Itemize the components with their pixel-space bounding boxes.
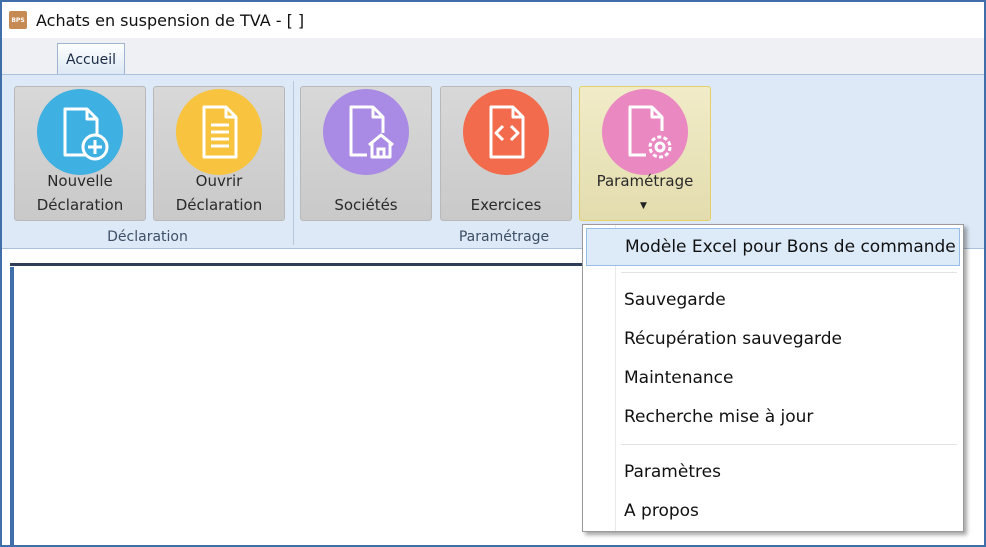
content-top-border	[10, 263, 582, 266]
ribbon: Nouvelle Déclaration Ouvrir Déclaration	[2, 74, 984, 249]
group-label-declaration: Déclaration	[107, 229, 188, 245]
nouvelle-declaration-button[interactable]: Nouvelle Déclaration	[14, 86, 146, 221]
exercices-button[interactable]: Exercices	[440, 86, 572, 221]
code-file-icon	[463, 89, 549, 175]
app-logo-icon: BPS	[9, 11, 27, 29]
exercices-label: Exercices	[470, 196, 542, 214]
menu-separator	[621, 444, 957, 445]
title-bar: BPS Achats en suspension de TVA - [ ]	[2, 2, 984, 38]
app-window: BPS Achats en suspension de TVA - [ ] Ac…	[0, 0, 986, 547]
parametrage-dropdown-menu: Modèle Excel pour Bons de commande Sauve…	[582, 224, 964, 532]
nouvelle-label-line1: Nouvelle	[47, 172, 113, 190]
document-home-icon	[323, 89, 409, 175]
ouvrir-declaration-button[interactable]: Ouvrir Déclaration	[153, 86, 285, 221]
content-left-border	[10, 267, 14, 545]
window-title: Achats en suspension de TVA - [ ]	[36, 10, 305, 30]
ouvrir-label-line1: Ouvrir	[195, 172, 243, 190]
societes-button[interactable]: Sociétés	[300, 86, 432, 221]
document-add-icon	[37, 89, 123, 175]
document-lines-icon	[176, 89, 262, 175]
menu-item-maintenance[interactable]: Maintenance	[586, 359, 960, 397]
menu-item-parametres[interactable]: Paramètres	[586, 453, 960, 491]
ribbon-group-separator	[293, 81, 294, 245]
parametrage-label: Paramétrage	[596, 172, 694, 190]
ouvrir-label-line2: Déclaration	[175, 196, 263, 214]
parametrage-dropdown-button[interactable]: Paramétrage ▼	[579, 86, 711, 221]
menu-item-a-propos[interactable]: A propos	[586, 492, 960, 530]
ribbon-tabstrip: Accueil	[2, 38, 984, 75]
menu-item-sauvegarde[interactable]: Sauvegarde	[586, 281, 960, 319]
nouvelle-label-line2: Déclaration	[36, 196, 124, 214]
dropdown-caret-icon: ▼	[640, 201, 647, 211]
tab-accueil[interactable]: Accueil	[57, 43, 125, 75]
menu-separator	[621, 272, 957, 273]
menu-item-recuperation-sauvegarde[interactable]: Récupération sauvegarde	[586, 320, 960, 358]
societes-label: Sociétés	[334, 196, 398, 214]
document-gear-icon	[602, 89, 688, 175]
menu-item-modele-excel[interactable]: Modèle Excel pour Bons de commande	[586, 228, 960, 266]
menu-item-recherche-mise-a-jour[interactable]: Recherche mise à jour	[586, 398, 960, 436]
